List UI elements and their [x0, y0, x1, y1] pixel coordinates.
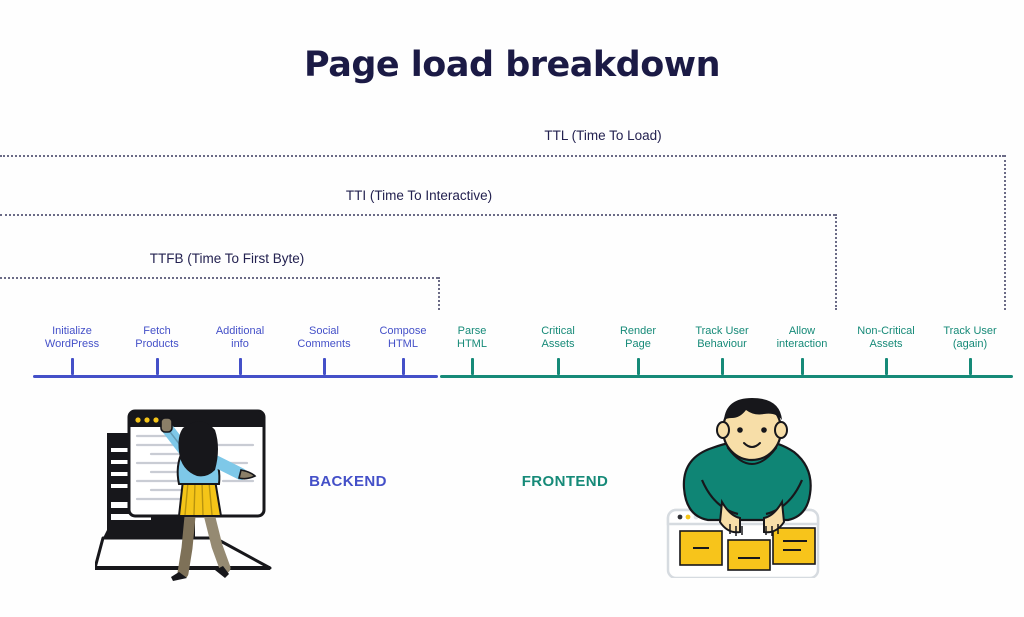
tick-backend-2 — [156, 358, 159, 375]
timeline-step-additional-info: Additional info — [215, 325, 265, 350]
tick-backend-4 — [323, 358, 326, 375]
bracket-label-ttl: TTL (Time To Load) — [544, 128, 662, 143]
bracket-line-ttl-vertical — [1004, 155, 1006, 310]
timeline-step-non-critical-assets: Non-Critical Assets — [857, 325, 915, 350]
bracket-line-ttfb-vertical — [438, 277, 440, 310]
timeline-step-fetch-products: Fetch Products — [135, 325, 179, 350]
section-caption-frontend: FRONTEND — [521, 473, 609, 490]
tick-frontend-7 — [969, 358, 972, 375]
tick-frontend-1 — [471, 358, 474, 375]
bracket-line-ttfb-horizontal — [0, 277, 438, 279]
timeline-step-render-page: Render Page — [619, 325, 657, 350]
timeline-axis-backend — [33, 375, 438, 378]
timeline-axis-frontend — [440, 375, 1013, 378]
section-caption-backend: BACKEND — [309, 473, 387, 490]
tick-frontend-6 — [885, 358, 888, 375]
bracket-line-ttl-horizontal — [0, 155, 1004, 157]
tick-frontend-3 — [637, 358, 640, 375]
bracket-line-tti-horizontal — [0, 214, 835, 216]
tick-backend-5 — [402, 358, 405, 375]
timeline-step-track-user-again: Track User (again) — [943, 325, 997, 350]
tick-backend-3 — [239, 358, 242, 375]
tick-frontend-4 — [721, 358, 724, 375]
illustration-frontend-user — [660, 398, 865, 580]
diagram-canvas: Page load breakdown TTL (Time To Load) T… — [0, 0, 1024, 617]
timeline-step-parse-html: Parse HTML — [457, 325, 487, 350]
illustration-backend-developer — [93, 398, 305, 583]
timeline-step-allow-interaction: Allow interaction — [776, 325, 828, 350]
tick-backend-1 — [71, 358, 74, 375]
tick-frontend-2 — [557, 358, 560, 375]
tick-frontend-5 — [801, 358, 804, 375]
timeline-step-initialize-wordpress: Initialize WordPress — [44, 325, 100, 350]
page-title: Page load breakdown — [303, 45, 721, 85]
bracket-label-ttfb: TTFB (Time To First Byte) — [149, 251, 305, 266]
bracket-line-tti-vertical — [835, 214, 837, 310]
bracket-label-tti: TTI (Time To Interactive) — [345, 188, 493, 203]
